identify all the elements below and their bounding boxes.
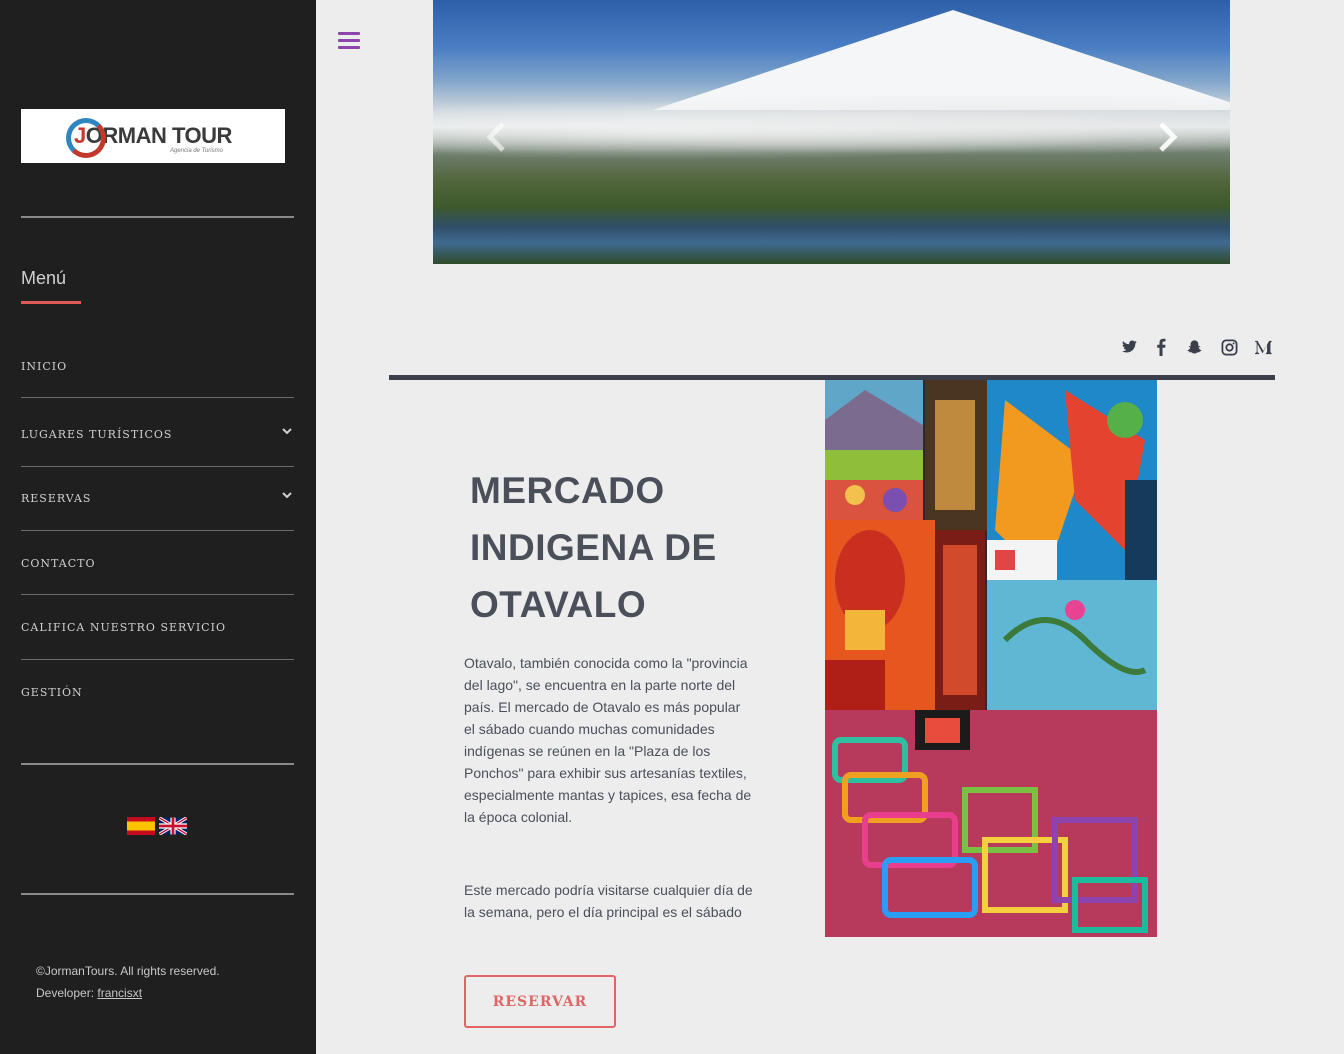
hamburger-menu-icon[interactable]: [338, 32, 360, 50]
sidebar: JORMAN TOUR Agencia de Turismo Menú INIC…: [0, 0, 316, 1054]
sidebar-divider: [21, 893, 294, 895]
nav-item-label: INICIO: [21, 360, 68, 373]
menu-title-underline: [21, 301, 81, 304]
twitter-icon[interactable]: [1121, 339, 1138, 355]
developer-credit: Developer: francisxt: [36, 982, 220, 1004]
facebook-icon[interactable]: [1155, 338, 1167, 356]
reservar-button[interactable]: RESERVAR: [464, 975, 616, 1028]
otavalo-market-image: [825, 380, 1157, 937]
nav-item-label: CALIFICA NUESTRO SERVICIO: [21, 621, 226, 634]
article-paragraph-1: Otavalo, también conocida como la "provi…: [464, 655, 752, 825]
nav-separator: [21, 594, 294, 595]
carousel-next-icon[interactable]: [1157, 122, 1179, 152]
menu-title: Menú: [21, 268, 67, 288]
article-paragraph-2: Este mercado podría visitarse cualquier …: [464, 882, 753, 920]
nav-separator: [21, 659, 294, 660]
nav-separator: [21, 530, 294, 531]
logo-drop-icon: [66, 118, 106, 158]
nav-separator: [21, 466, 294, 467]
hero-image-clouds: [433, 95, 1230, 165]
nav-item-califica[interactable]: CALIFICA NUESTRO SERVICIO: [21, 621, 294, 634]
snapchat-icon[interactable]: [1186, 339, 1203, 356]
hero-carousel: [433, 0, 1230, 264]
nav-item-label: LUGARES TURÍSTICOS: [21, 428, 173, 441]
article-title-line: INDIGENA DE: [470, 527, 717, 568]
nav-item-label: CONTACTO: [21, 557, 96, 570]
logo-tagline: Agencia de Turismo: [170, 148, 223, 154]
sidebar-divider: [21, 216, 294, 218]
logo-name: ORMAN TOUR: [85, 123, 233, 148]
instagram-icon[interactable]: [1221, 339, 1238, 356]
sidebar-divider: [21, 763, 294, 765]
article-title-line: OTAVALO: [470, 584, 647, 625]
medium-icon[interactable]: [1255, 339, 1275, 356]
nav-item-label: GESTIÓN: [21, 686, 83, 699]
chevron-down-icon[interactable]: [282, 426, 292, 436]
nav-item-reservas[interactable]: RESERVAS: [21, 492, 294, 505]
nav-separator: [21, 397, 294, 398]
uk-flag-icon[interactable]: [159, 817, 187, 835]
carousel-prev-icon[interactable]: [485, 122, 507, 152]
sidebar-footer: ©JormanTours. All rights reserved. Devel…: [36, 960, 220, 1004]
nav-item-label: RESERVAS: [21, 492, 92, 505]
nav-item-inicio[interactable]: INICIO: [21, 360, 294, 373]
copyright-text: ©JormanTours. All rights reserved.: [36, 964, 220, 978]
spain-flag-icon[interactable]: [127, 817, 155, 835]
nav-item-contacto[interactable]: CONTACTO: [21, 557, 294, 570]
article-title: MERCADO INDIGENA DE OTAVALO: [470, 462, 790, 633]
nav-item-lugares-turisticos[interactable]: LUGARES TURÍSTICOS: [21, 428, 294, 441]
developer-label: Developer:: [36, 986, 98, 1000]
brand-logo[interactable]: JORMAN TOUR: [21, 109, 285, 163]
article-title-line: MERCADO: [470, 470, 665, 511]
nav-item-gestion[interactable]: GESTIÓN: [21, 686, 294, 699]
language-switcher: [127, 817, 187, 835]
chevron-down-icon[interactable]: [282, 490, 292, 500]
developer-link[interactable]: francisxt: [97, 986, 142, 1000]
